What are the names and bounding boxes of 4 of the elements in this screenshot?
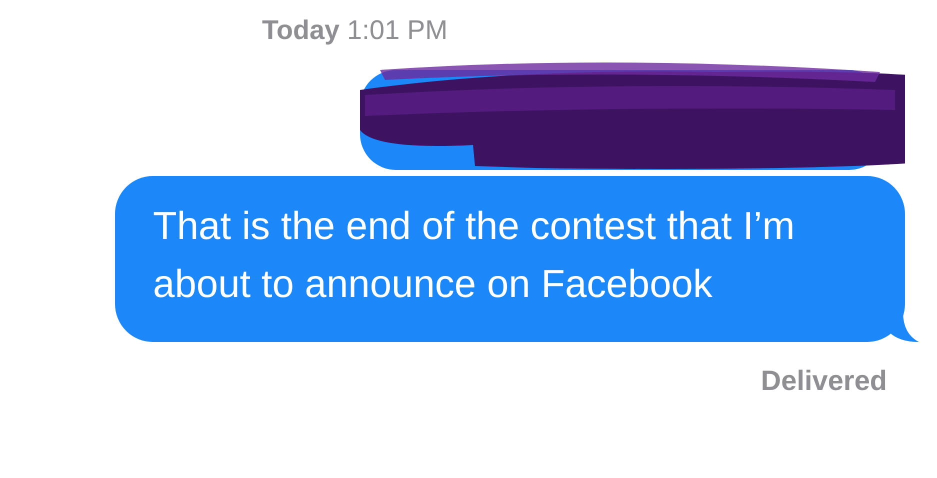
bubble-tail xyxy=(889,312,919,342)
timestamp: Today 1:01 PM xyxy=(262,14,448,47)
delivery-status: Delivered xyxy=(760,364,887,398)
message-bubble: That is the end of the contest that I’m about to announce on Facebook xyxy=(115,176,905,342)
